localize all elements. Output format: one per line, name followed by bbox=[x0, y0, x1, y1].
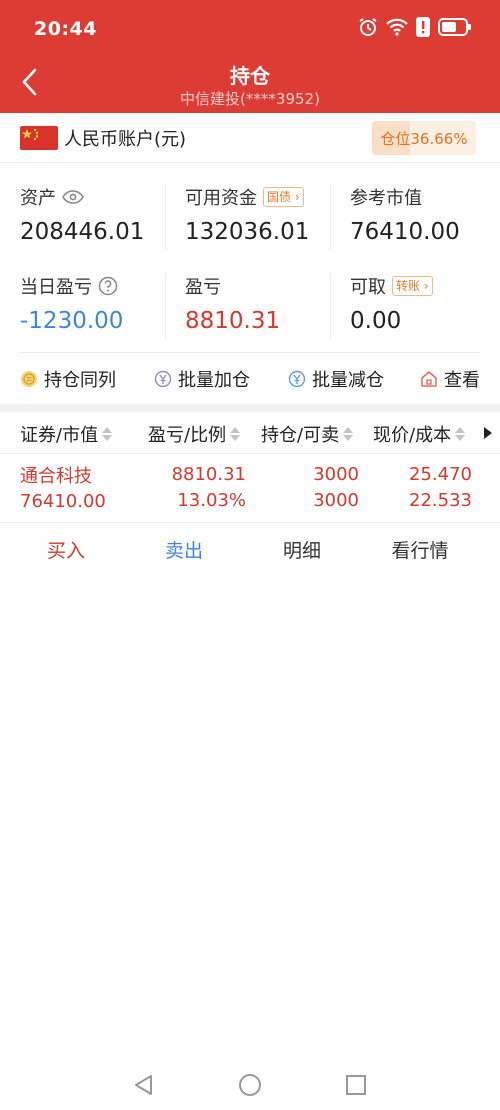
circle-home-icon bbox=[239, 1074, 261, 1096]
available-value: 132036.01 bbox=[185, 219, 310, 245]
pl-metric: 盈亏 8810.31 bbox=[185, 273, 280, 334]
divider bbox=[165, 273, 166, 339]
action-bar: 持仓同列 批量加仓 批量减仓 查看 bbox=[0, 354, 500, 404]
available-metric: 可用资金 国债 › 132036.01 bbox=[185, 184, 309, 245]
system-nav-bar bbox=[0, 1060, 500, 1110]
detail-button[interactable]: 明细 bbox=[242, 536, 362, 563]
position-badge: 仓位36.66% bbox=[372, 121, 476, 155]
yuan-reduce-icon bbox=[288, 370, 306, 388]
section-gap bbox=[0, 404, 500, 412]
divider bbox=[330, 273, 331, 339]
nav-recents-button[interactable] bbox=[341, 1070, 371, 1100]
assets-metric: 资产 208446.01 bbox=[20, 184, 144, 245]
status-time: 20:44 bbox=[34, 18, 97, 40]
stock-pl: 8810.31 bbox=[171, 464, 246, 485]
account-row: 人民币账户(元) 仓位36.66% bbox=[0, 113, 500, 163]
hold-same-button[interactable]: 持仓同列 bbox=[20, 366, 116, 392]
daily-pl-value: -1230.00 bbox=[20, 308, 124, 334]
stock-name: 通合科技 bbox=[20, 466, 92, 487]
row-operations: 买入 卖出 明细 看行情 bbox=[0, 530, 500, 570]
triangle-back-icon bbox=[135, 1075, 152, 1095]
page-title: 持仓 bbox=[230, 64, 270, 88]
market-value-metric: 参考市值 76410.00 bbox=[350, 184, 460, 245]
sort-icon bbox=[102, 427, 113, 441]
stock-market-value: 76410.00 bbox=[20, 491, 106, 512]
stock-cost: 22.533 bbox=[409, 490, 472, 511]
square-recents-icon bbox=[346, 1075, 366, 1095]
status-icons bbox=[358, 17, 472, 37]
table-row[interactable]: 通合科技 76410.00 8810.31 13.03% 3000 3000 2… bbox=[0, 455, 500, 523]
stock-price: 25.470 bbox=[409, 464, 472, 485]
buy-button[interactable]: 买入 bbox=[6, 536, 126, 563]
column-header-security[interactable]: 证券/市值 bbox=[20, 421, 113, 447]
batch-reduce-button[interactable]: 批量减仓 bbox=[288, 366, 384, 392]
sort-icon bbox=[455, 427, 466, 441]
home-icon bbox=[421, 371, 437, 387]
sort-icon bbox=[343, 427, 354, 441]
nav-home-button[interactable] bbox=[235, 1070, 265, 1100]
scroll-right-icon[interactable] bbox=[484, 427, 492, 439]
withdrawable-label: 可取 bbox=[350, 277, 386, 298]
column-header-pl[interactable]: 盈亏/比例 bbox=[148, 421, 241, 447]
account-currency-label: 人民币账户(元) bbox=[64, 129, 187, 150]
batch-add-button[interactable]: 批量加仓 bbox=[154, 366, 250, 392]
coin-icon bbox=[21, 371, 37, 387]
pl-value: 8810.31 bbox=[185, 308, 281, 334]
battery-icon bbox=[438, 18, 472, 36]
column-header-price[interactable]: 现价/成本 bbox=[373, 421, 466, 447]
alarm-icon bbox=[358, 17, 378, 37]
available-label: 可用资金 bbox=[185, 188, 257, 209]
wifi-icon bbox=[386, 18, 408, 36]
alert-icon bbox=[416, 17, 430, 37]
stock-sellable: 3000 bbox=[313, 490, 359, 511]
withdrawable-value: 0.00 bbox=[350, 308, 402, 334]
view-button[interactable]: 查看 bbox=[420, 366, 480, 392]
position-text: 仓位36.66% bbox=[380, 130, 468, 148]
withdrawable-metric: 可取 转账 › 0.00 bbox=[350, 273, 433, 334]
divider bbox=[330, 184, 331, 250]
divider bbox=[165, 184, 166, 250]
yuan-add-icon bbox=[154, 370, 172, 388]
market-value: 76410.00 bbox=[350, 219, 460, 245]
treasury-tag-button[interactable]: 国债 › bbox=[263, 187, 304, 207]
daily-pl-label: 当日盈亏 bbox=[20, 277, 92, 298]
sort-icon bbox=[230, 427, 241, 441]
sell-button[interactable]: 卖出 bbox=[124, 536, 244, 563]
nav-back-button[interactable] bbox=[128, 1070, 158, 1100]
eye-icon[interactable] bbox=[62, 190, 84, 204]
quote-button[interactable]: 看行情 bbox=[360, 536, 480, 563]
table-header: 证券/市值 盈亏/比例 持仓/可卖 现价/成本 bbox=[0, 412, 500, 454]
market-label: 参考市值 bbox=[350, 188, 422, 209]
pl-label: 盈亏 bbox=[185, 277, 221, 298]
assets-label: 资产 bbox=[20, 188, 56, 209]
stock-holding: 3000 bbox=[313, 464, 359, 485]
assets-value: 208446.01 bbox=[20, 219, 145, 245]
divider bbox=[20, 352, 480, 353]
daily-pl-metric: 当日盈亏 -1230.00 bbox=[20, 273, 123, 334]
china-flag-icon bbox=[20, 126, 58, 150]
column-header-holding[interactable]: 持仓/可卖 bbox=[261, 421, 354, 447]
header-bar: 20:44 持仓 中信建投(****3952) bbox=[0, 0, 500, 113]
stock-pl-ratio: 13.03% bbox=[177, 490, 246, 511]
help-icon[interactable] bbox=[98, 276, 118, 296]
transfer-tag-button[interactable]: 转账 › bbox=[392, 276, 433, 296]
account-subtitle[interactable]: 中信建投(****3952) bbox=[0, 88, 500, 109]
